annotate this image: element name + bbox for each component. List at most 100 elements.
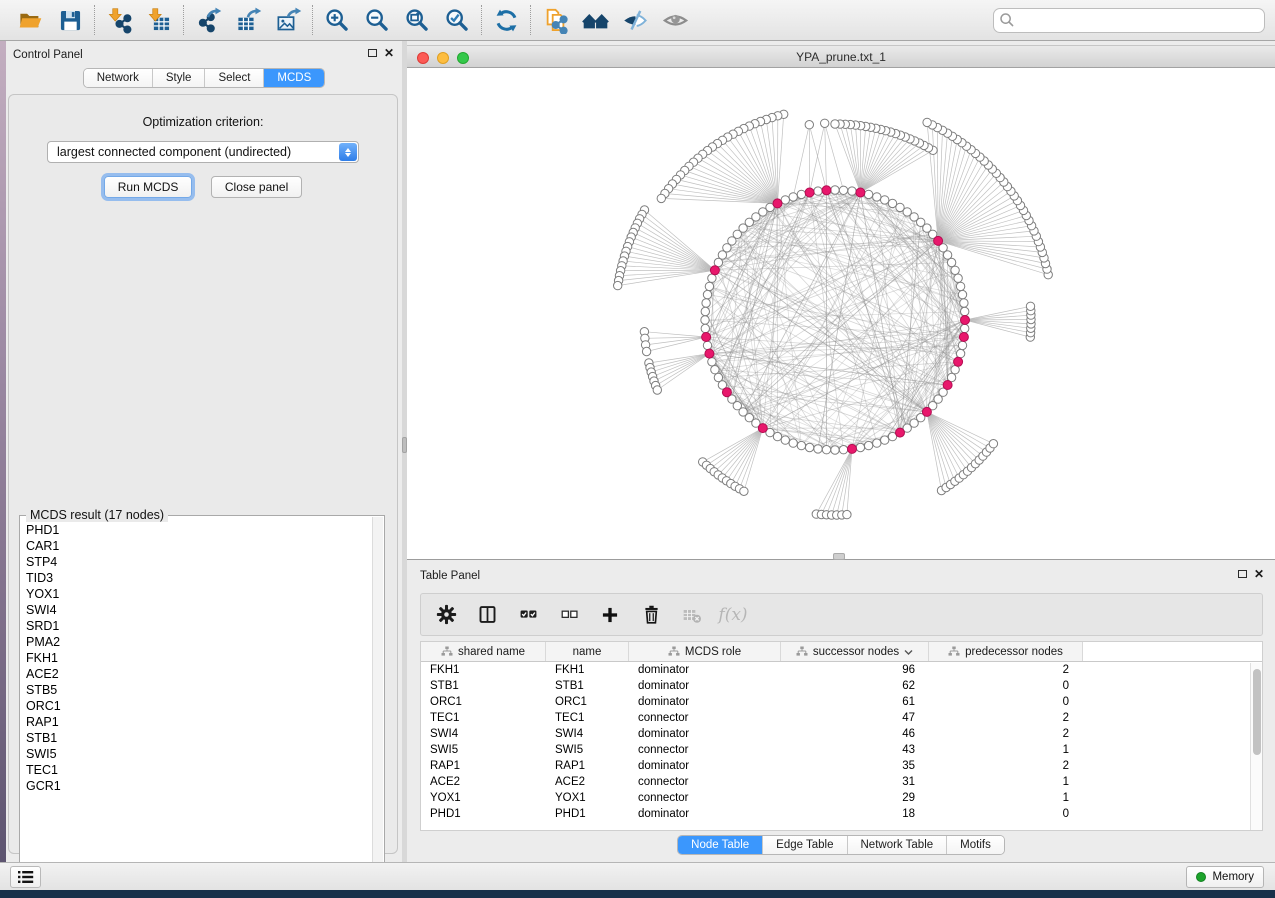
zoom-selected-button[interactable] <box>437 3 477 37</box>
mcds-result-item[interactable]: STB1 <box>26 730 370 746</box>
table-row[interactable]: TEC1TEC1connector472 <box>421 710 1262 726</box>
network-view-canvas[interactable] <box>407 68 1275 560</box>
scrollbar-thumb[interactable] <box>1253 669 1261 755</box>
optimization-criterion-label: Optimization criterion: <box>9 115 397 129</box>
tab-style[interactable]: Style <box>152 69 205 87</box>
table-row[interactable]: YOX1YOX1connector291 <box>421 790 1262 806</box>
table-cell: dominator <box>629 806 781 822</box>
export-image-button[interactable] <box>268 3 308 37</box>
float-table-panel-icon[interactable] <box>1238 570 1247 578</box>
close-panel-button[interactable]: Close panel <box>211 176 302 198</box>
mcds-result-item[interactable]: YOX1 <box>26 586 370 602</box>
hierarchy-icon <box>796 646 808 657</box>
zoom-fit-button[interactable] <box>397 3 437 37</box>
mcds-result-scrollbar[interactable] <box>372 517 383 885</box>
delete-row-button[interactable] <box>640 604 662 626</box>
table-row[interactable]: SWI5SWI5connector431 <box>421 742 1262 758</box>
tab-motifs[interactable]: Motifs <box>946 836 1004 854</box>
settings-gear-icon <box>436 604 457 625</box>
table-cell: 2 <box>929 758 1083 774</box>
mcds-result-item[interactable]: SWI4 <box>26 602 370 618</box>
zoom-in-button[interactable] <box>317 3 357 37</box>
table-cell-filler <box>1083 710 1262 726</box>
save-button[interactable] <box>50 3 90 37</box>
mcds-result-item[interactable]: STB5 <box>26 682 370 698</box>
tab-select[interactable]: Select <box>204 69 263 87</box>
mcds-result-item[interactable]: GCR1 <box>26 778 370 794</box>
optimization-criterion-select[interactable]: largest connected component (undirected) <box>47 141 359 163</box>
column-header-predecessor-nodes[interactable]: predecessor nodes <box>929 642 1083 661</box>
zoom-fit-icon <box>404 7 431 34</box>
workspace-column: YPA_prune.txt_1 Table Panel ✕ f(x) share… <box>407 41 1275 862</box>
open-button[interactable] <box>10 3 50 37</box>
memory-button[interactable]: Memory <box>1186 866 1264 888</box>
list-icon <box>17 870 34 884</box>
nested-network-button[interactable] <box>575 3 615 37</box>
tab-node-table[interactable]: Node Table <box>678 836 762 854</box>
tab-network[interactable]: Network <box>84 69 152 87</box>
delete-row-icon <box>641 604 662 625</box>
column-header-successor-nodes[interactable]: successor nodes <box>781 642 929 661</box>
mcds-result-item[interactable]: RAP1 <box>26 714 370 730</box>
table-row[interactable]: ACE2ACE2connector311 <box>421 774 1262 790</box>
column-header-name[interactable]: name <box>546 642 629 661</box>
table-cell: connector <box>629 774 781 790</box>
status-bar: Memory <box>0 862 1275 890</box>
tab-edge-table[interactable]: Edge Table <box>762 836 846 854</box>
mcds-result-item[interactable]: ACE2 <box>26 666 370 682</box>
panel-splitter-horizontal[interactable] <box>833 553 845 560</box>
table-cell: 1 <box>929 742 1083 758</box>
table-cell: SWI5 <box>546 742 629 758</box>
duplicate-network-button[interactable] <box>535 3 575 37</box>
task-history-button[interactable] <box>10 866 41 888</box>
add-row-button[interactable] <box>599 604 621 626</box>
column-label: shared name <box>458 646 525 658</box>
column-header-shared-name[interactable]: shared name <box>421 642 546 661</box>
mcds-result-item[interactable]: FKH1 <box>26 650 370 666</box>
zoom-out-icon <box>364 7 391 34</box>
mcds-result-item[interactable]: ORC1 <box>26 698 370 714</box>
table-cell-filler <box>1083 774 1262 790</box>
tab-network-table[interactable]: Network Table <box>847 836 947 854</box>
show-all-button[interactable] <box>655 3 695 37</box>
table-cell: SWI4 <box>421 726 546 742</box>
mcds-result-item[interactable]: TEC1 <box>26 762 370 778</box>
settings-gear-button[interactable] <box>435 604 457 626</box>
column-header-MCDS-role[interactable]: MCDS role <box>629 642 781 661</box>
zoom-out-button[interactable] <box>357 3 397 37</box>
refresh-icon <box>493 7 520 34</box>
node-table-scrollbar[interactable] <box>1250 663 1262 830</box>
table-row[interactable]: STB1STB1dominator620 <box>421 678 1262 694</box>
mcds-result-item[interactable]: CAR1 <box>26 538 370 554</box>
table-row[interactable]: PHD1PHD1dominator180 <box>421 806 1262 822</box>
export-network-button[interactable] <box>188 3 228 37</box>
select-all-button[interactable] <box>517 604 539 626</box>
table-row[interactable]: RAP1RAP1dominator352 <box>421 758 1262 774</box>
close-panel-icon[interactable]: ✕ <box>384 48 394 58</box>
run-mcds-button[interactable]: Run MCDS <box>104 176 193 198</box>
hide-selected-button[interactable] <box>615 3 655 37</box>
mcds-result-item[interactable]: SRD1 <box>26 618 370 634</box>
table-cell: 43 <box>781 742 929 758</box>
mcds-result-item[interactable]: PHD1 <box>26 522 370 538</box>
table-cell-filler <box>1083 742 1262 758</box>
close-table-panel-icon[interactable]: ✕ <box>1254 569 1264 579</box>
mcds-result-item[interactable]: STP4 <box>26 554 370 570</box>
float-panel-icon[interactable] <box>368 49 377 57</box>
mcds-result-item[interactable]: TID3 <box>26 570 370 586</box>
refresh-button[interactable] <box>486 3 526 37</box>
mcds-result-item[interactable]: SWI5 <box>26 746 370 762</box>
table-cell: 2 <box>929 710 1083 726</box>
tab-mcds[interactable]: MCDS <box>263 69 324 87</box>
mcds-result-item[interactable]: PMA2 <box>26 634 370 650</box>
deselect-all-button[interactable] <box>558 604 580 626</box>
search-input[interactable] <box>993 8 1265 33</box>
table-row[interactable]: SWI4SWI4dominator462 <box>421 726 1262 742</box>
import-table-button[interactable] <box>139 3 179 37</box>
table-row[interactable]: ORC1ORC1dominator610 <box>421 694 1262 710</box>
network-window-titlebar[interactable]: YPA_prune.txt_1 <box>407 45 1275 68</box>
table-row[interactable]: FKH1FKH1dominator962 <box>421 662 1262 678</box>
import-network-button[interactable] <box>99 3 139 37</box>
export-table-button[interactable] <box>228 3 268 37</box>
split-table-button[interactable] <box>476 604 498 626</box>
